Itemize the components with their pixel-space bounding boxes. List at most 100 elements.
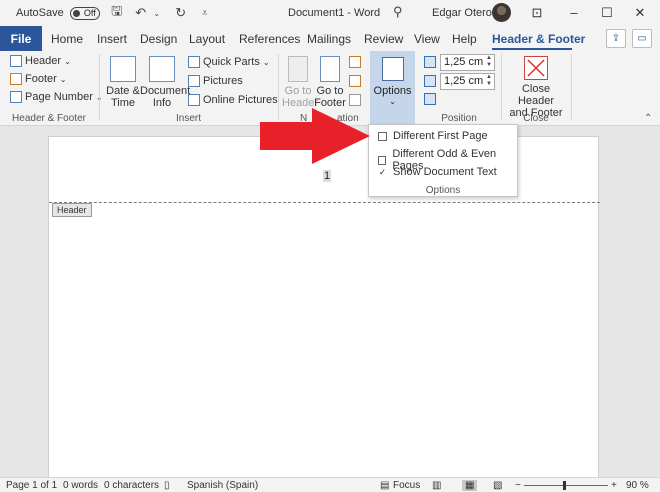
option-show-document-text[interactable]: ✓ Show Document Text — [378, 166, 497, 178]
save-icon[interactable]: 🖫 — [110, 2, 124, 24]
print-layout-icon[interactable]: ▦ — [462, 480, 478, 491]
quick-parts-icon — [188, 56, 200, 68]
checkbox[interactable] — [378, 131, 387, 141]
document-info-button[interactable]: Document Info — [140, 56, 191, 109]
close-header-footer-button[interactable]: Close Header and Footer — [504, 56, 568, 119]
tab-help[interactable]: Help — [452, 32, 477, 46]
spin-arrows-icon[interactable]: ▲ ▼ — [486, 74, 492, 88]
footer-icon — [10, 73, 22, 85]
header-page-number[interactable]: 1 — [323, 170, 332, 182]
document-area: 1 Header — [0, 126, 660, 486]
header-position-value: 1,25 cm — [444, 56, 484, 68]
tab-layout[interactable]: Layout — [189, 32, 225, 46]
customize-icon[interactable]: ⩡ — [198, 8, 212, 19]
footer-position-icon — [424, 75, 436, 87]
header-position-input[interactable]: 1,25 cm ▲ ▼ — [440, 54, 495, 71]
page-count[interactable]: Page 1 of 1 — [6, 480, 57, 491]
footer-position-value: 1,25 cm — [444, 75, 484, 87]
option-label: Show Document Text — [393, 166, 497, 178]
zoom-out-button[interactable]: − — [515, 480, 521, 491]
focus-icon[interactable]: ▤ — [380, 480, 389, 491]
focus-label[interactable]: Focus — [393, 480, 420, 491]
group-label-position: Position — [441, 113, 477, 124]
tab-view[interactable]: View — [414, 32, 440, 46]
insert-alignment-tab-icon[interactable] — [424, 93, 436, 105]
checkbox[interactable] — [378, 155, 387, 165]
link-to-previous-icon[interactable] — [349, 94, 361, 106]
chevron-down-icon: ⌄ — [262, 57, 270, 67]
tab-header-footer[interactable]: Header & Footer — [492, 32, 585, 46]
zoom-in-button[interactable]: + — [611, 480, 617, 491]
zoom-slider-thumb[interactable] — [563, 481, 566, 490]
undo-icon[interactable]: ↶ — [134, 5, 148, 21]
avatar[interactable] — [492, 3, 511, 22]
calendar-icon — [110, 56, 136, 82]
minimize-icon[interactable]: – — [566, 5, 582, 20]
tab-review[interactable]: Review — [364, 32, 403, 46]
options-icon — [381, 57, 404, 81]
tab-insert[interactable]: Insert — [97, 32, 127, 46]
date-time-line2: Time — [110, 97, 136, 109]
word-count[interactable]: 0 words — [63, 480, 98, 491]
go-to-footer-button[interactable]: Go to Footer — [314, 56, 346, 109]
close-icon[interactable]: ✕ — [632, 5, 648, 21]
pictures-icon — [188, 75, 200, 87]
options-label: Options — [373, 85, 412, 97]
close-header-footer-icon — [524, 56, 548, 80]
web-layout-icon[interactable]: ▧ — [493, 480, 502, 491]
maximize-icon[interactable]: ☐ — [599, 5, 615, 21]
group-separator — [99, 54, 100, 120]
tab-design[interactable]: Design — [140, 32, 177, 46]
user-name[interactable]: Edgar Otero — [432, 7, 492, 19]
active-tab-underline — [492, 48, 572, 50]
quick-parts-label: Quick Parts — [203, 56, 260, 68]
go-to-footer-icon — [320, 56, 340, 82]
previous-section-icon[interactable] — [349, 56, 361, 68]
next-section-icon[interactable] — [349, 75, 361, 87]
tab-references[interactable]: References — [239, 32, 300, 46]
autosave-toggle[interactable]: Off — [69, 6, 100, 20]
online-pictures-button[interactable]: Online Pictures — [188, 94, 278, 106]
header-button[interactable]: Header ⌄ — [10, 55, 71, 67]
date-time-button[interactable]: Date & Time — [106, 56, 140, 109]
zoom-slider[interactable] — [524, 485, 608, 486]
chevron-down-icon: ⌄ — [389, 97, 396, 106]
ribbon-display-icon[interactable]: ⊡ — [529, 5, 545, 21]
language[interactable]: Spanish (Spain) — [187, 480, 258, 491]
header-icon — [10, 55, 22, 67]
character-count[interactable]: 0 characters — [104, 480, 159, 491]
header-label: Header — [25, 55, 62, 67]
zoom-level[interactable]: 90 % — [626, 480, 649, 491]
toggle-knob — [72, 9, 80, 17]
search-icon[interactable]: ⚲ — [393, 4, 403, 20]
page-number-button[interactable]: Page Number ⌄ — [10, 91, 103, 103]
undo-dropdown-icon[interactable]: ⌄ — [150, 9, 164, 18]
redo-icon[interactable]: ↻ — [174, 5, 188, 21]
comments-icon[interactable]: ▭ — [632, 29, 652, 48]
spin-arrows-icon[interactable]: ▲ ▼ — [486, 55, 492, 69]
quick-parts-button[interactable]: Quick Parts ⌄ — [188, 56, 270, 68]
footer-button[interactable]: Footer ⌄ — [10, 73, 67, 85]
chevron-down-icon: ⌄ — [59, 74, 67, 84]
options-button[interactable]: Options ⌄ — [370, 51, 415, 126]
checkbox-checked[interactable]: ✓ — [378, 167, 387, 177]
group-label-insert: Insert — [175, 113, 201, 124]
read-mode-icon[interactable]: ▥ — [432, 480, 441, 491]
online-pictures-label: Online Pictures — [203, 94, 278, 106]
document-info-line1: Document — [140, 85, 191, 97]
pictures-button[interactable]: Pictures — [188, 75, 243, 87]
proofing-icon[interactable]: ▯ — [164, 480, 170, 491]
tab-mailings[interactable]: Mailings — [307, 32, 351, 46]
ribbon-tabs: File Home Insert Design Layout Reference… — [0, 26, 660, 51]
collapse-ribbon-icon[interactable]: ⌃ — [644, 113, 652, 124]
tab-home[interactable]: Home — [51, 32, 83, 46]
share-icon[interactable]: ⇪ — [606, 29, 626, 48]
footer-position-input[interactable]: 1,25 cm ▲ ▼ — [440, 73, 495, 90]
go-to-header-icon — [288, 56, 308, 82]
tab-file[interactable]: File — [0, 26, 42, 51]
go-to-header-button[interactable]: Go to Header — [282, 56, 318, 109]
red-arrow-annotation — [260, 108, 370, 164]
group-label-header-footer: Header & Footer — [12, 113, 86, 124]
date-time-line1: Date & — [106, 85, 140, 97]
option-different-first-page[interactable]: Different First Page — [378, 130, 488, 142]
